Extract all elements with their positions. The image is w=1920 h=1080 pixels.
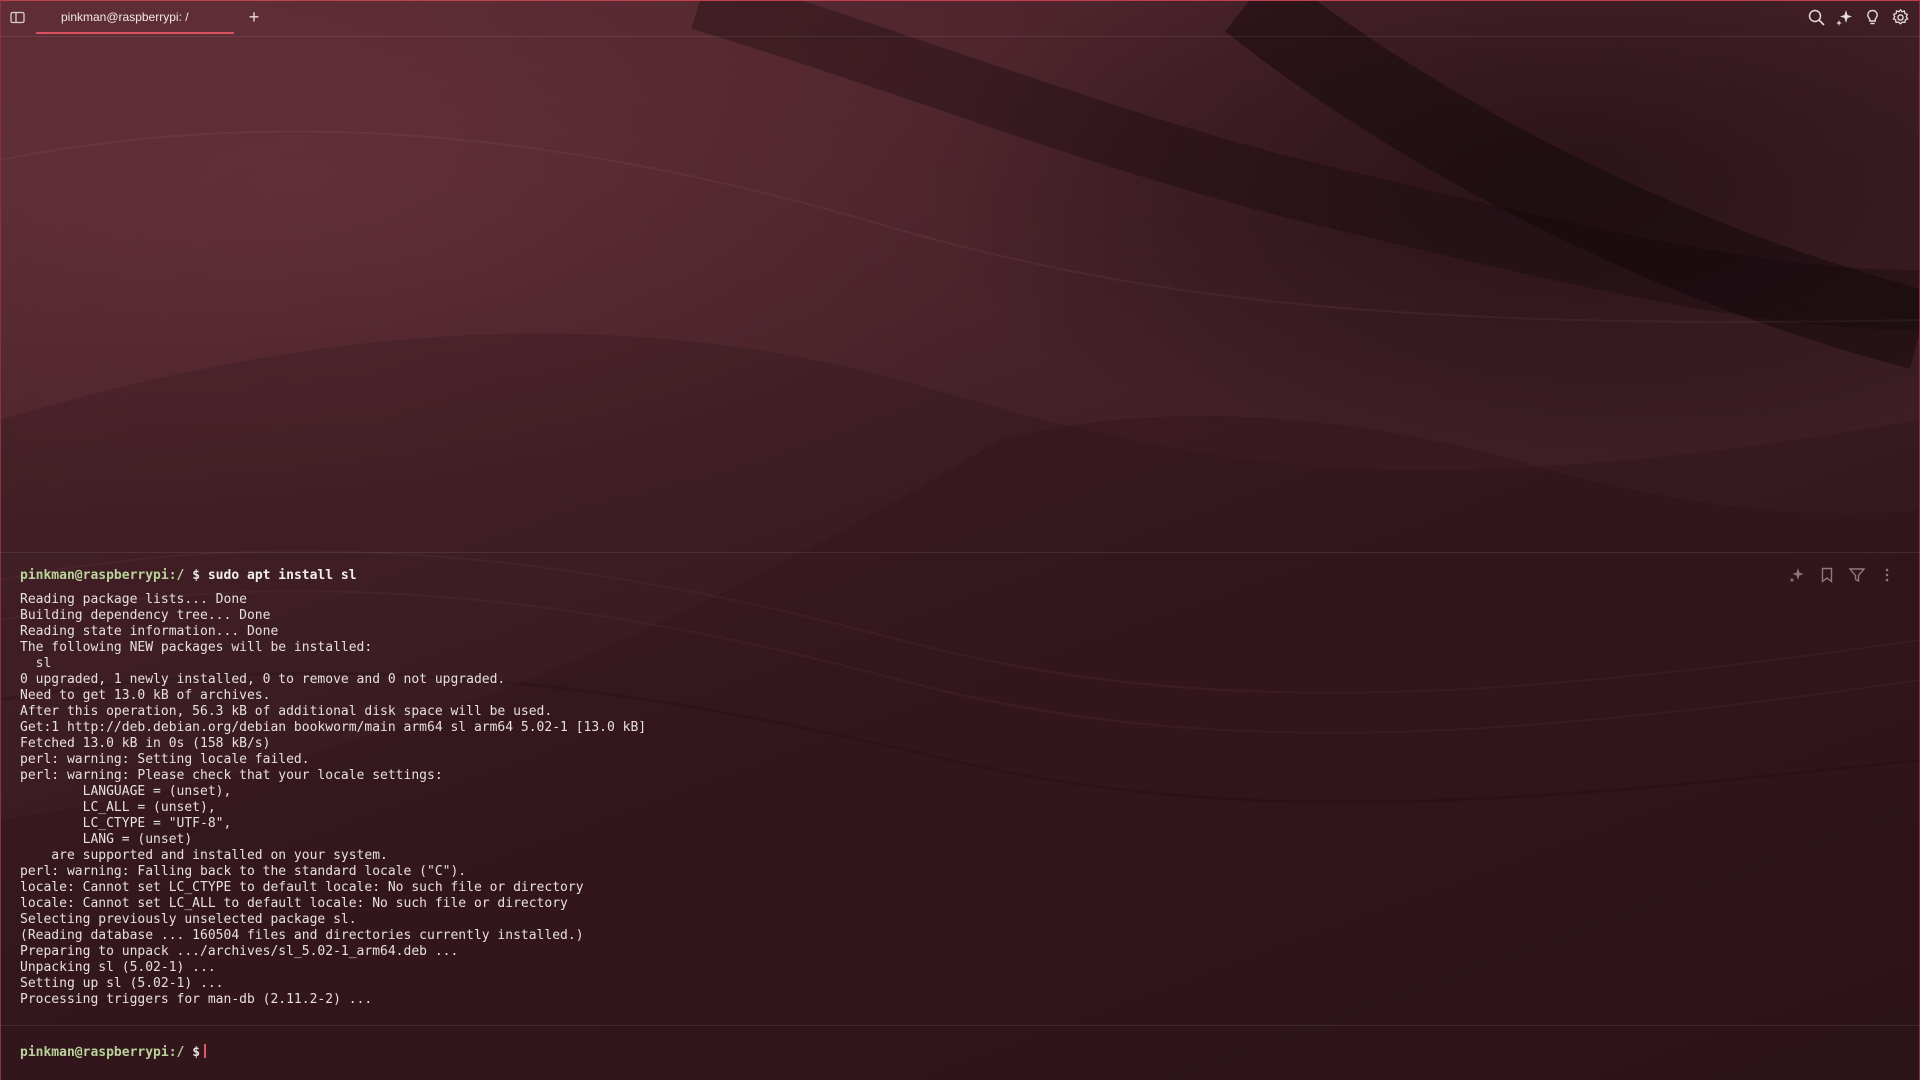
bookmark-icon[interactable] <box>1818 566 1836 584</box>
new-tab-button[interactable]: + <box>244 7 264 27</box>
tab-terminal[interactable]: pinkman@raspberrypi: / <box>36 0 234 34</box>
title-bar: pinkman@raspberrypi: / + <box>0 0 1920 37</box>
input-prompt-line: pinkman@raspberrypi:/ $ <box>20 1044 207 1061</box>
prompt-dollar: $ <box>192 568 201 583</box>
command-input[interactable]: pinkman@raspberrypi:/ $ <box>20 1044 207 1061</box>
command-block[interactable]: pinkman@raspberrypi:/ $ sudo apt install… <box>20 568 646 1008</box>
sidebar-toggle-icon[interactable] <box>9 9 27 27</box>
toolbar-icons <box>1807 8 1910 27</box>
search-icon[interactable] <box>1807 8 1826 27</box>
tab-title: pinkman@raspberrypi: / <box>61 10 189 24</box>
input-prompt-dollar: $ <box>192 1045 201 1060</box>
more-vertical-icon[interactable] <box>1878 566 1896 584</box>
input-prompt-user-host: pinkman@raspberrypi:/ <box>20 1045 185 1060</box>
command-text: sudo apt install sl <box>207 568 357 583</box>
lightbulb-icon[interactable] <box>1863 8 1882 27</box>
text-cursor <box>204 1044 207 1058</box>
prompt-user-host: pinkman@raspberrypi:/ <box>20 568 185 583</box>
settings-gear-icon[interactable] <box>1891 8 1910 27</box>
block-divider <box>0 552 1920 553</box>
command-output: Reading package lists... Done Building d… <box>20 592 647 1007</box>
filter-icon[interactable] <box>1848 566 1866 584</box>
block-actions <box>1788 566 1896 584</box>
ai-sparkle-icon[interactable] <box>1835 8 1854 27</box>
input-divider <box>0 1025 1920 1026</box>
command-prompt-line: pinkman@raspberrypi:/ $ sudo apt install… <box>20 568 646 584</box>
ai-sparkle-icon[interactable] <box>1788 566 1806 584</box>
